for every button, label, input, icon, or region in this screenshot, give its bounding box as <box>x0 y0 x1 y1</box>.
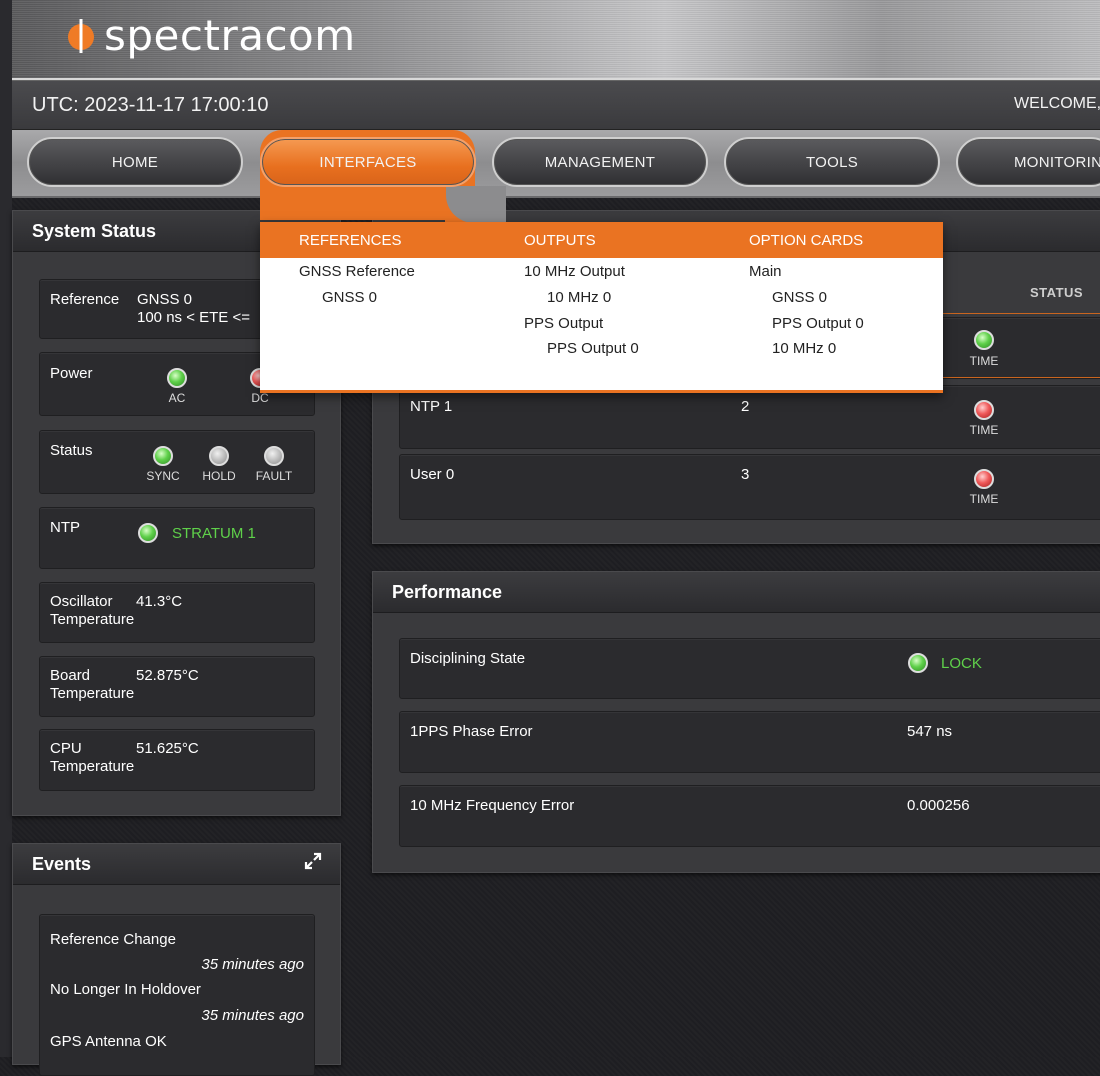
event-text: Reference Change <box>50 931 176 948</box>
status-led <box>974 330 994 350</box>
reference-label: Reference <box>50 291 120 308</box>
reference-value: GNSS 0 <box>137 291 193 308</box>
nav-monitoring[interactable]: MONITORIN <box>956 137 1100 187</box>
power-label: Power <box>50 365 93 382</box>
nav-monitoring-label: MONITORIN <box>1014 153 1100 171</box>
sync-label: SYNC <box>146 469 180 483</box>
option-cards-column-title: OPTION CARDS <box>749 232 864 249</box>
ntp-led <box>138 523 158 543</box>
event-time: 35 minutes ago <box>201 1007 304 1024</box>
menu-item-main[interactable]: Main <box>749 263 782 280</box>
cpu-card: CPU Temperature 51.625°C <box>39 729 315 791</box>
spectracom-logo: spectracom <box>64 12 356 60</box>
status-led <box>974 400 994 420</box>
status-text: TIME <box>969 423 999 437</box>
table-row: User 0 3 TIME <box>399 454 1100 520</box>
menu-item-gnss-0[interactable]: GNSS 0 <box>322 289 377 306</box>
oscillator-card: Oscillator Temperature 41.3°C <box>39 582 315 643</box>
oscillator-label: Oscillator <box>50 593 113 610</box>
interfaces-dropdown: INTERFACES REFERENCES OUTPUTS OPTION CAR… <box>260 130 943 393</box>
menu-item-card-pps-output-0[interactable]: PPS Output 0 <box>772 315 864 332</box>
utc-clock: UTC: 2023-11-17 17:00:10 <box>32 94 269 116</box>
nav-interfaces-label: INTERFACES <box>319 153 417 171</box>
ntp-stratum: STRATUM 1 <box>172 525 256 542</box>
event-text: No Longer In Holdover <box>50 981 201 998</box>
menu-item-card-10mhz-0[interactable]: 10 MHz 0 <box>772 340 836 357</box>
menu-item-card-gnss-0[interactable]: GNSS 0 <box>772 289 827 306</box>
performance-label: 1PPS Phase Error <box>410 723 533 740</box>
fault-led <box>264 446 284 466</box>
ntp-label: NTP <box>50 519 80 536</box>
performance-value: 547 ns <box>907 723 953 740</box>
lock-status: LOCK <box>941 655 982 672</box>
events-panel: Events Reference Change 35 minutes ago N… <box>12 843 341 1076</box>
menu-item-10mhz-0[interactable]: 10 MHz 0 <box>547 289 611 306</box>
ac-label: AC <box>168 391 186 405</box>
nav-home-label: HOME <box>111 153 159 171</box>
dropdown-header: REFERENCES OUTPUTS OPTION CARDS <box>260 222 943 258</box>
expand-icon[interactable] <box>304 852 322 870</box>
status-text: TIME <box>969 492 999 506</box>
board-label-2: Temperature <box>50 685 135 702</box>
status-column-header: STATUS <box>1030 285 1084 300</box>
board-card: Board Temperature 52.875°C <box>39 656 315 717</box>
status-led <box>974 469 994 489</box>
references-column-title: REFERENCES <box>299 232 402 249</box>
performance-row: Disciplining State LOCK <box>399 638 1100 699</box>
performance-title: Performance <box>373 572 1100 613</box>
performance-row: 1PPS Phase Error 547 ns <box>399 711 1100 773</box>
status-label: Status <box>50 442 93 459</box>
cpu-temp: 51.625°C <box>136 740 199 757</box>
sync-led <box>153 446 173 466</box>
ac-led <box>167 368 187 388</box>
menu-item-pps-output-0[interactable]: PPS Output 0 <box>547 340 639 357</box>
menu-item-gnss-reference[interactable]: GNSS Reference <box>299 263 415 280</box>
event-time: 35 minutes ago <box>201 956 304 973</box>
window-edge <box>0 0 12 1057</box>
events-title: Events <box>13 844 340 885</box>
dc-label: DC <box>251 391 269 405</box>
hold-label: HOLD <box>202 469 236 483</box>
cpu-label: CPU <box>50 740 82 757</box>
reference-name: NTP 1 <box>410 398 453 415</box>
fault-label: FAULT <box>255 469 293 483</box>
table-row: NTP 1 2 TIME <box>399 385 1100 449</box>
performance-row: 10 MHz Frequency Error 0.000256 <box>399 785 1100 847</box>
status-text: TIME <box>969 354 999 368</box>
welcome-text: WELCOME, <box>1014 95 1100 112</box>
oscillator-temp: 41.3°C <box>136 593 183 610</box>
cpu-label-2: Temperature <box>50 758 135 775</box>
status-card: Status SYNC HOLD FAULT <box>39 430 315 494</box>
ntp-card: NTP STRATUM 1 <box>39 507 315 569</box>
performance-value: 0.000256 <box>907 797 970 814</box>
nav-interfaces-overlay[interactable]: INTERFACES <box>260 137 476 187</box>
reference-priority: 2 <box>741 398 750 415</box>
menu-item-10mhz-output[interactable]: 10 MHz Output <box>524 263 625 280</box>
lock-led <box>908 653 928 673</box>
status-bar: UTC: 2023-11-17 17:00:10 WELCOME, <box>12 80 1100 130</box>
performance-label: Disciplining State <box>410 650 526 667</box>
spectracom-logo-icon <box>68 19 94 53</box>
reference-name: User 0 <box>410 466 455 483</box>
event-text: GPS Antenna OK <box>50 1033 167 1050</box>
outputs-column-title: OUTPUTS <box>524 232 596 249</box>
menu-item-pps-output[interactable]: PPS Output <box>524 315 603 332</box>
reference-priority: 3 <box>741 466 750 483</box>
board-temp: 52.875°C <box>136 667 199 684</box>
hold-led <box>209 446 229 466</box>
board-label: Board <box>50 667 91 684</box>
reference-detail: 100 ns < ETE <= <box>137 309 250 326</box>
events-list: Reference Change 35 minutes ago No Longe… <box>39 914 315 1076</box>
oscillator-label-2: Temperature <box>50 611 135 628</box>
performance-label: 10 MHz Frequency Error <box>410 797 575 814</box>
logo-text: spectracom <box>104 11 356 60</box>
dropdown-panel: REFERENCES OUTPUTS OPTION CARDS GNSS Ref… <box>260 222 943 393</box>
performance-panel: Performance Disciplining State LOCK 1PPS… <box>372 571 1100 873</box>
nav-home[interactable]: HOME <box>27 137 243 187</box>
app-header: spectracom <box>12 0 1100 80</box>
